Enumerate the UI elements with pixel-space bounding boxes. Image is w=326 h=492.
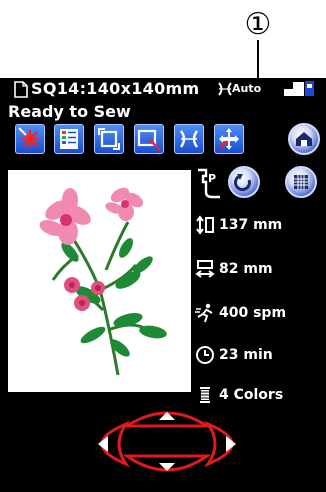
title-bar: SQ14:140x140mm Auto: [8, 78, 326, 100]
auto-label: Auto: [232, 82, 262, 95]
status-bar: Ready to Sew: [3, 102, 326, 122]
home-button[interactable]: [288, 123, 320, 155]
height-icon: [196, 215, 214, 235]
jog-right-button[interactable]: [204, 420, 260, 468]
design-info-panel: 137 mm 82 mm 400 spm 23 min 4 Colors: [195, 164, 326, 403]
embroidery-unit-icon: [284, 81, 314, 96]
sewing-time-value: 23 min: [219, 347, 273, 363]
color-star-icon: [18, 127, 39, 148]
color-change-button[interactable]: [15, 124, 45, 154]
clock-icon: [196, 346, 214, 364]
sewing-speed-value: 400 spm: [219, 305, 287, 321]
color-count-value: 4 Colors: [219, 387, 284, 403]
color-list-button[interactable]: [54, 124, 84, 154]
sewing-time-row: 23 min: [195, 344, 273, 366]
design-width-value: 82 mm: [219, 261, 273, 277]
jog-button[interactable]: [214, 124, 244, 154]
callout-label: ①: [244, 6, 272, 42]
design-height-row: 137 mm: [195, 214, 282, 236]
hoop-title: SQ14:140x140mm: [31, 79, 200, 98]
jog-up-button[interactable]: [124, 398, 210, 430]
document-icon: [14, 81, 28, 98]
sewing-speed-row: 400 spm: [195, 302, 286, 324]
corner-button[interactable]: [134, 124, 164, 154]
trace-frame-icon: [98, 128, 120, 150]
design-height-value: 137 mm: [219, 217, 283, 233]
corner-needle-icon: [137, 129, 161, 151]
jump-stitch-button[interactable]: [174, 124, 204, 154]
jog-left-button[interactable]: [74, 420, 130, 468]
auto-thread-cutter: Auto: [216, 79, 276, 99]
lcd-screen: SQ14:140x140mm Auto Ready to Sew P 137 m…: [0, 78, 326, 492]
width-icon: [195, 260, 215, 278]
edit-toolbar: [8, 122, 326, 158]
home-icon: [296, 132, 312, 146]
trace-button[interactable]: [94, 124, 124, 154]
color-list-icon: [60, 129, 78, 149]
speed-runner-icon: [195, 303, 213, 323]
design-preview: [8, 170, 191, 392]
jump-stitch-icon: [180, 130, 198, 148]
flower-design-icon: [39, 187, 167, 376]
jog-move-icon: [219, 128, 239, 150]
design-width-row: 82 mm: [195, 258, 273, 280]
jog-down-button[interactable]: [124, 452, 210, 486]
